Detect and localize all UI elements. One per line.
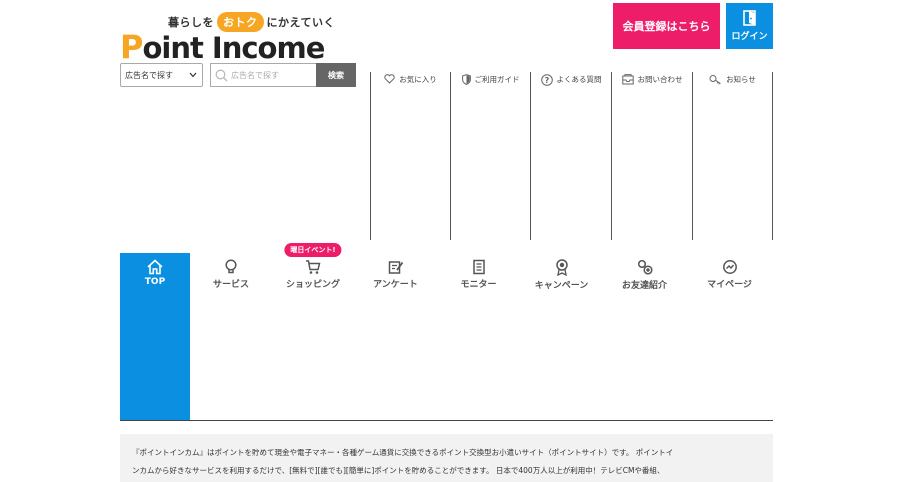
nav-item-service[interactable]: サービス [190,253,272,420]
heart-icon [384,74,395,84]
util-item-favorites[interactable]: お気に入り [370,72,450,240]
logo-tagline-post: にかえていく [266,16,335,29]
site-description: 『ポイントインカム』はポイントを貯めて現金や電子マネー・各種ゲーム通貨に交換でき… [120,434,773,482]
util-item-guide[interactable]: ご利用ガイド [450,72,530,240]
nav-item-label: マイページ [707,280,752,290]
nav-item-label: キャンペーン [534,281,589,291]
main-nav: TOP サービス 曜日イベント! ショッピング アンケート モニター キャンペー… [120,243,773,421]
key-icon [709,75,721,85]
logo-wordmark-rest: oint Income [142,31,325,65]
nav-item-shopping[interactable]: 曜日イベント! ショッピング [272,243,354,420]
util-item-label: ご利用ガイド [474,75,520,84]
medal-icon [555,259,568,276]
search-type-value: 広告名で探す [125,70,173,80]
util-item-label: お知らせ [726,75,756,84]
event-badge[interactable]: 曜日イベント! [284,243,342,257]
question-icon: ? [540,74,553,86]
util-item-label: お気に入り [399,75,437,84]
home-icon [147,259,163,275]
logo-tagline: 暮らしを おトク にかえていく [168,12,335,32]
nav-item-label: モニター [460,280,497,290]
lightbulb-icon [225,259,237,274]
site-description-line: ンカムから好きなサービスを利用するだけで、[無料で][誰でも][簡単に]ポイント… [132,466,665,475]
util-item-contact[interactable]: お問い合わせ [611,72,692,240]
logo-tagline-pre: 暮らしを [168,16,214,29]
logo-wordmark-initial: P [120,28,143,66]
search-field[interactable] [210,63,317,87]
login-label: ログイン [731,32,768,42]
nav-item-mypage[interactable]: マイページ [686,253,773,420]
site-description-line: 『ポイントインカム』はポイントを貯めて現金や電子マネー・各種ゲーム通貨に交換でき… [132,448,674,457]
nav-item-label: ショッピング [285,280,340,290]
nav-item-label: TOP [144,277,166,287]
util-item-label: お問い合わせ [637,75,683,84]
cart-icon [306,260,321,274]
nav-item-invite-friends[interactable]: お友達紹介 [603,253,686,420]
nav-item-survey[interactable]: アンケート [354,253,437,420]
site-logo[interactable]: 暮らしを おトク にかえていく Point Income [120,12,334,66]
login-door-icon [742,10,756,26]
logo-wordmark: Point Income [120,28,325,66]
nav-item-label: アンケート [373,280,418,290]
nav-item-monitor[interactable]: モニター [437,253,520,420]
nav-item-top[interactable]: TOP [120,253,190,420]
nav-item-campaign[interactable]: キャンペーン [520,253,603,420]
monitor-icon [472,259,485,275]
util-item-faq[interactable]: ? よくある質問 [530,72,611,240]
friends-icon [637,259,653,275]
svg-text:?: ? [544,76,549,85]
logo-tagline-bubble: おトク [217,12,264,32]
inbox-icon [621,74,634,85]
login-button[interactable]: ログイン [726,3,773,49]
search-icon [215,69,228,81]
search-input[interactable] [231,70,311,80]
nav-item-label: お友達紹介 [621,281,667,291]
shield-icon [461,74,471,85]
util-item-label: よくある質問 [556,75,602,84]
register-button[interactable]: 会員登録はこちら [613,3,720,49]
mypage-icon [722,260,737,274]
search-button[interactable]: 検索 [316,63,356,87]
search-type-select[interactable]: 広告名で探す [120,63,203,87]
nav-item-label: サービス [212,280,249,290]
chevron-down-icon [189,72,197,78]
util-item-news[interactable]: お知らせ [692,72,773,240]
utility-nav: お気に入り ご利用ガイド ? よくある質問 お問い合わせ お知らせ [370,72,773,240]
survey-icon [388,261,403,274]
